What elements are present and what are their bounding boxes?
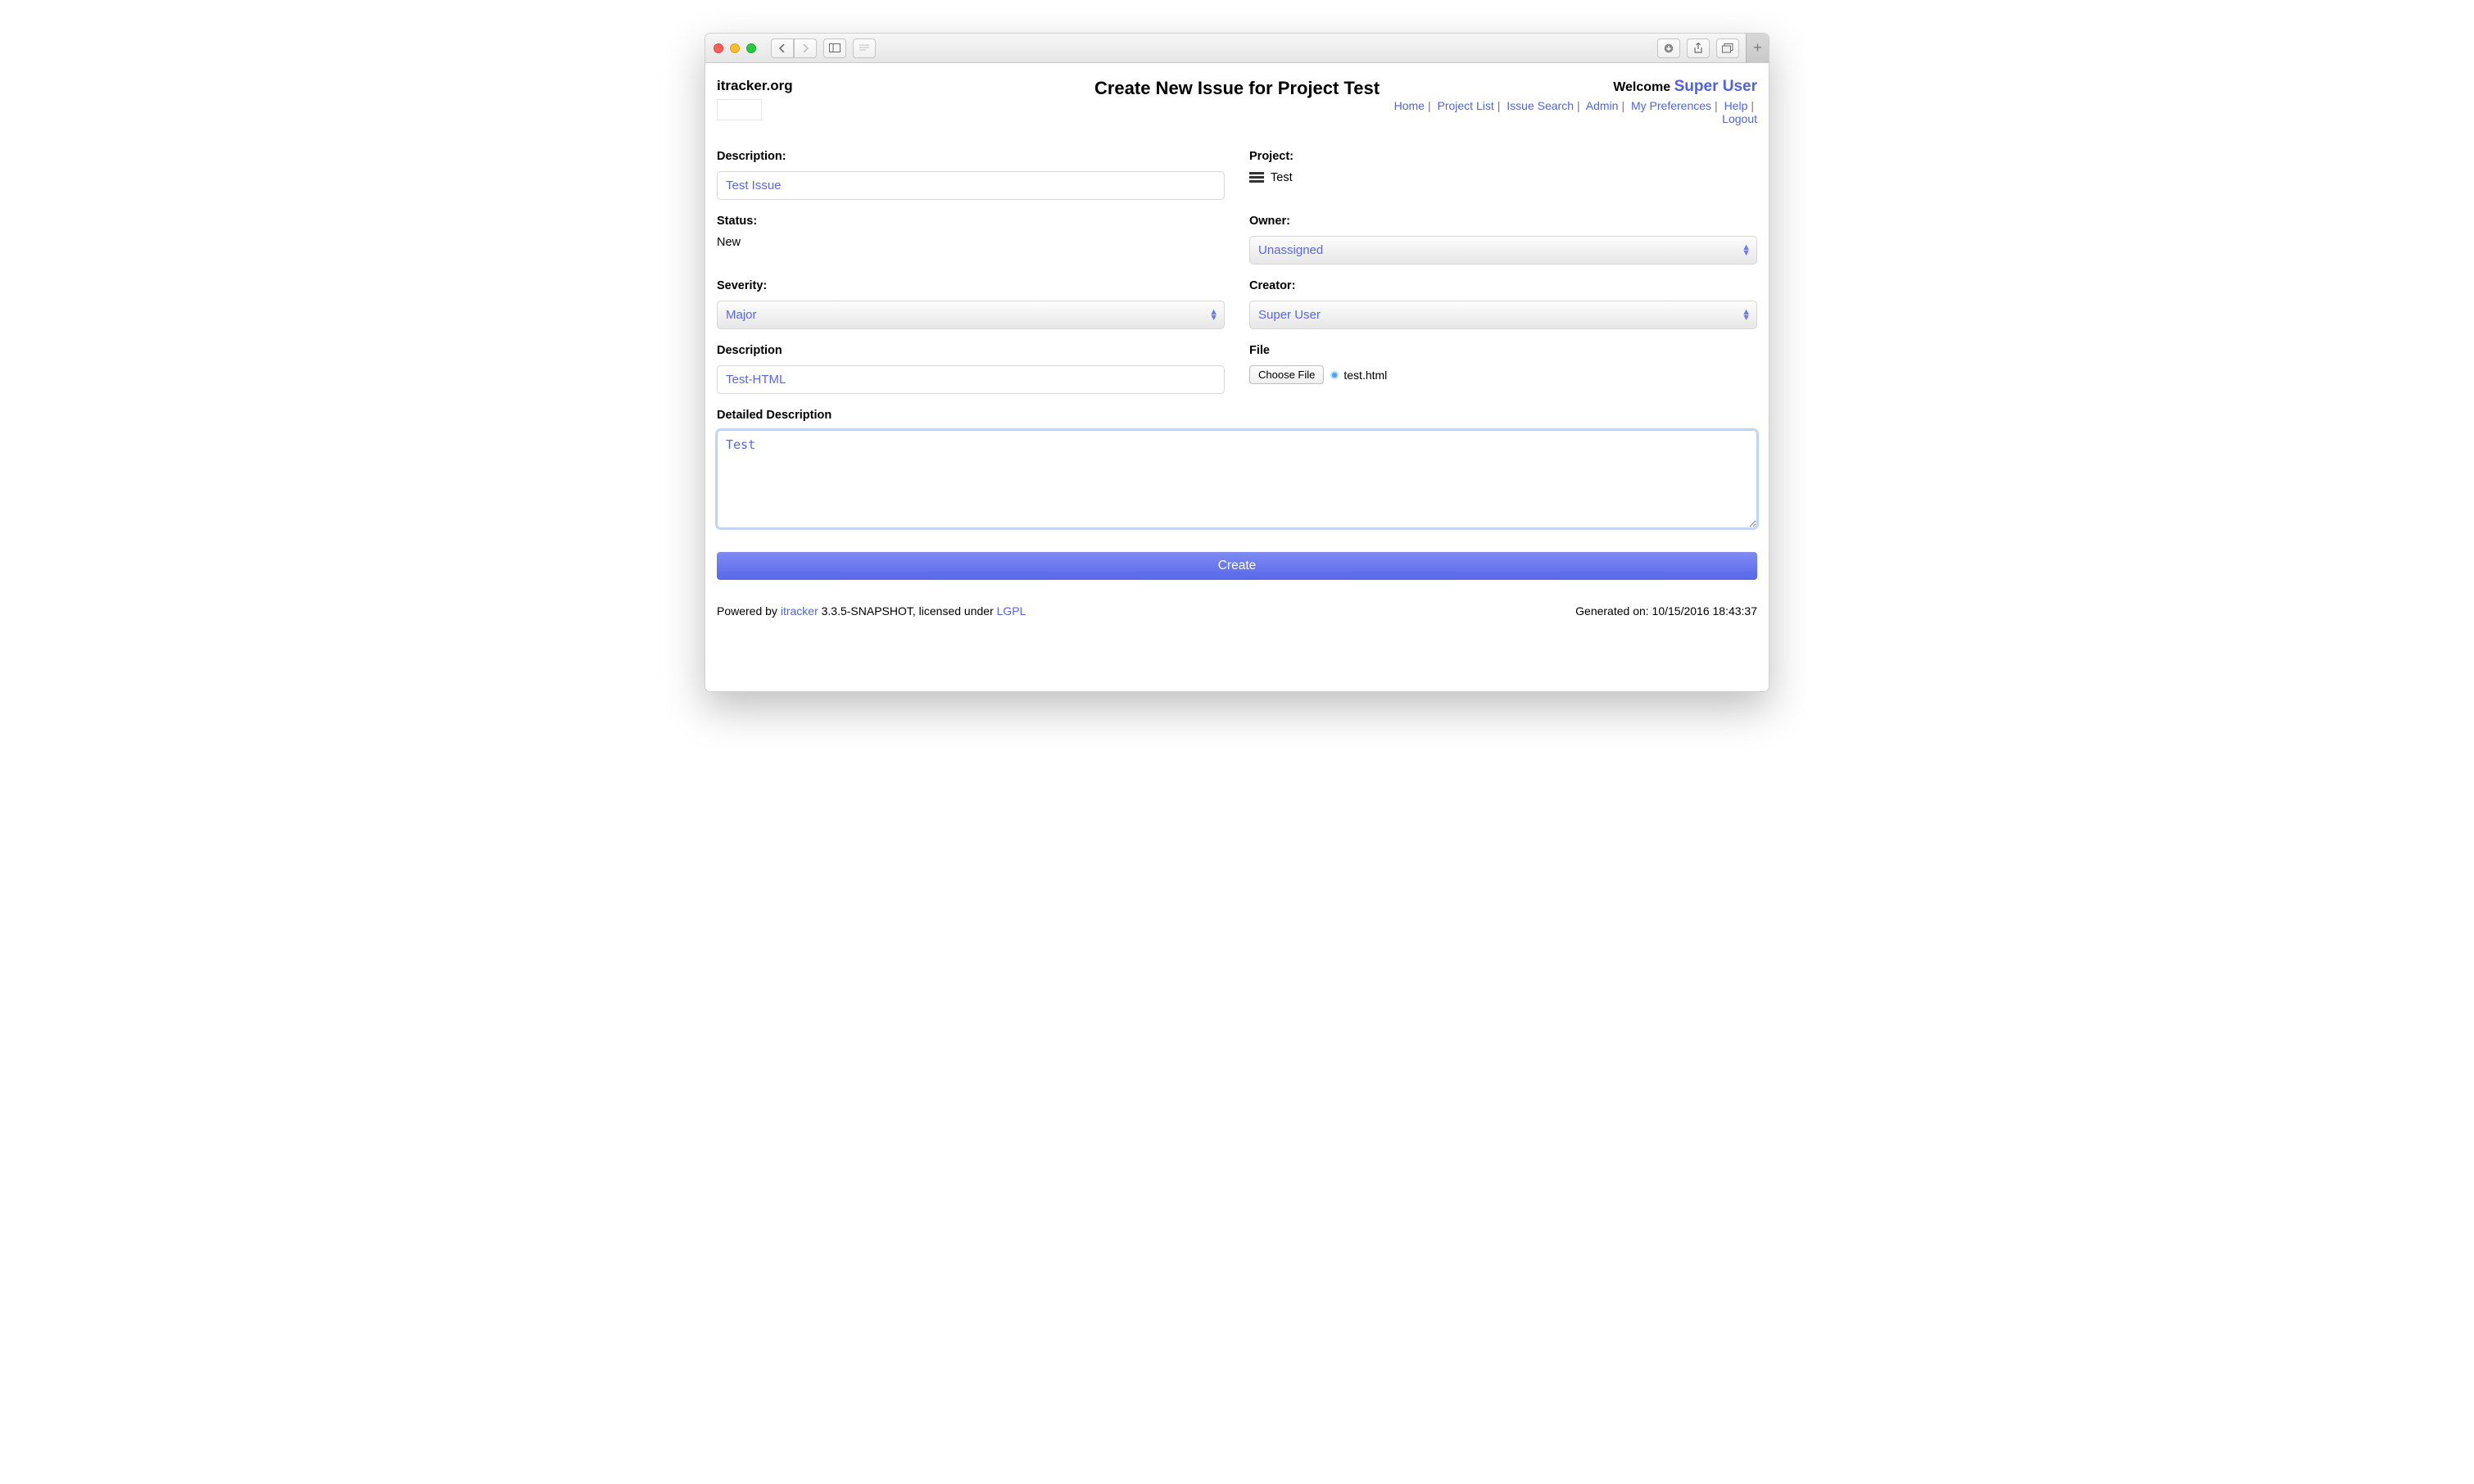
paragraph-icon xyxy=(859,44,870,52)
footer-left: Powered by itracker 3.3.5-SNAPSHOT, lice… xyxy=(717,604,1026,618)
file-type-icon xyxy=(1330,371,1339,379)
label-detailed: Detailed Description xyxy=(717,409,1757,422)
window-titlebar: + xyxy=(705,34,1769,63)
page-header: itracker.org Create New Issue for Projec… xyxy=(717,78,1757,125)
field-project: Project: Test xyxy=(1249,150,1757,200)
back-button[interactable] xyxy=(771,38,794,58)
tabs-icon xyxy=(1722,43,1733,53)
label-project: Project: xyxy=(1249,150,1757,163)
page-title: Create New Issue for Project Test xyxy=(1094,78,1380,99)
nav-back-forward xyxy=(771,38,817,58)
brand-area: itracker.org xyxy=(717,78,1094,120)
brand-text: itracker.org xyxy=(717,78,1094,94)
label-description: Description: xyxy=(717,150,1225,163)
page-content: itracker.org Create New Issue for Projec… xyxy=(705,63,1769,691)
field-detailed: Detailed Description Test xyxy=(717,409,1757,532)
nav-logout[interactable]: Logout xyxy=(1722,112,1757,125)
input-description[interactable] xyxy=(717,171,1225,200)
field-owner: Owner: Unassigned ▲▼ xyxy=(1249,215,1757,265)
powered-by-suffix: 3.3.5-SNAPSHOT, licensed under xyxy=(818,604,997,618)
nav-home[interactable]: Home xyxy=(1394,99,1425,112)
select-owner[interactable]: Unassigned xyxy=(1249,236,1757,265)
file-name: test.html xyxy=(1343,369,1387,382)
select-severity[interactable]: Major xyxy=(717,301,1225,329)
downloads-button[interactable] xyxy=(1657,38,1680,58)
download-icon xyxy=(1664,43,1674,53)
sidebar-icon xyxy=(829,43,841,52)
license-link[interactable]: LGPL xyxy=(997,604,1026,618)
nav-my-preferences[interactable]: My Preferences xyxy=(1631,99,1711,112)
traffic-lights xyxy=(714,43,756,53)
file-row: Choose File test.html xyxy=(1249,365,1757,384)
share-icon xyxy=(1693,43,1703,54)
new-tab-button[interactable]: + xyxy=(1746,34,1769,63)
project-icon xyxy=(1249,172,1264,183)
zoom-window-icon[interactable] xyxy=(746,43,756,53)
label-owner: Owner: xyxy=(1249,215,1757,228)
file-chip: test.html xyxy=(1330,369,1387,382)
project-name: Test xyxy=(1271,171,1293,184)
nav-project-list[interactable]: Project List xyxy=(1438,99,1494,112)
field-description: Description: xyxy=(717,150,1225,200)
create-button[interactable]: Create xyxy=(717,552,1757,580)
share-button[interactable] xyxy=(1687,38,1710,58)
brand-logo-box xyxy=(717,99,762,120)
label-status: Status: xyxy=(717,215,1225,228)
label-description2: Description xyxy=(717,344,1225,357)
powered-by-link[interactable]: itracker xyxy=(781,604,818,618)
submit-row: Create xyxy=(717,547,1757,580)
welcome-user: Super User xyxy=(1674,78,1757,95)
chevron-right-icon xyxy=(802,44,809,52)
label-severity: Severity: xyxy=(717,279,1225,292)
show-tabs-button[interactable] xyxy=(1716,38,1739,58)
textarea-detailed[interactable]: Test xyxy=(717,430,1757,528)
input-description2[interactable] xyxy=(717,365,1225,394)
label-creator: Creator: xyxy=(1249,279,1757,292)
footer-generated: Generated on: 10/15/2016 18:43:37 xyxy=(1575,604,1757,618)
header-right: Welcome Super User Home| Project List| I… xyxy=(1380,78,1757,125)
field-file: File Choose File test.html xyxy=(1249,344,1757,394)
label-file: File xyxy=(1249,344,1757,357)
welcome-label: Welcome xyxy=(1613,80,1674,94)
field-description2: Description xyxy=(717,344,1225,394)
close-window-icon[interactable] xyxy=(714,43,723,53)
nav-issue-search[interactable]: Issue Search xyxy=(1507,99,1574,112)
field-severity: Severity: Major ▲▼ xyxy=(717,279,1225,329)
nav-links: Home| Project List| Issue Search| Admin|… xyxy=(1380,99,1757,125)
choose-file-button[interactable]: Choose File xyxy=(1249,365,1324,384)
project-value-row: Test xyxy=(1249,171,1757,184)
status-value: New xyxy=(717,236,1225,249)
browser-window: + itracker.org Create New Issue for Proj… xyxy=(705,33,1769,692)
reader-button[interactable] xyxy=(853,38,876,58)
show-sidebar-button[interactable] xyxy=(823,38,846,58)
field-creator: Creator: Super User ▲▼ xyxy=(1249,279,1757,329)
forward-button[interactable] xyxy=(794,38,817,58)
issue-form: Description: Project: Test Status: New O… xyxy=(717,150,1757,580)
field-status: Status: New xyxy=(717,215,1225,265)
chevron-left-icon xyxy=(779,44,786,52)
nav-admin[interactable]: Admin xyxy=(1586,99,1619,112)
page-footer: Powered by itracker 3.3.5-SNAPSHOT, lice… xyxy=(717,604,1757,683)
powered-by-prefix: Powered by xyxy=(717,604,781,618)
select-creator[interactable]: Super User xyxy=(1249,301,1757,329)
nav-help[interactable]: Help xyxy=(1724,99,1748,112)
minimize-window-icon[interactable] xyxy=(730,43,740,53)
